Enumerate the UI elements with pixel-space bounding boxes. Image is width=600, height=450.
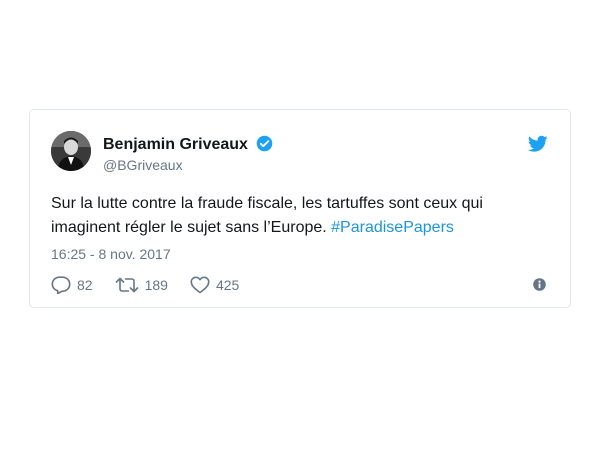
hashtag-link[interactable]: #ParadisePapers (331, 219, 454, 236)
like-action[interactable]: 425 (190, 276, 239, 294)
author-name-row[interactable]: Benjamin Griveaux (103, 135, 273, 154)
reply-action[interactable]: 82 (51, 276, 93, 294)
retweet-icon (115, 277, 138, 293)
tweet-text: Sur la lutte contre la fraude fiscale, l… (51, 192, 551, 240)
avatar-image (51, 131, 91, 171)
heart-icon (190, 276, 210, 294)
retweet-action[interactable]: 189 (115, 276, 168, 294)
tweet-card: Benjamin Griveaux @BGriveaux Sur la lutt… (29, 109, 571, 308)
twitter-bird-icon[interactable] (528, 135, 548, 153)
reply-icon (51, 276, 71, 294)
retweet-count: 189 (144, 277, 168, 293)
info-icon[interactable] (533, 278, 546, 291)
like-count: 425 (215, 277, 240, 293)
tweet-actions: 82 189 425 (51, 275, 261, 295)
author-name[interactable]: Benjamin Griveaux (103, 136, 248, 153)
reply-count: 82 (77, 277, 93, 293)
verified-badge-icon (257, 135, 273, 152)
tweet-timestamp[interactable]: 16:25 - 8 nov. 2017 (51, 246, 171, 262)
avatar[interactable] (51, 131, 91, 171)
author-handle[interactable]: @BGriveaux (103, 157, 183, 173)
